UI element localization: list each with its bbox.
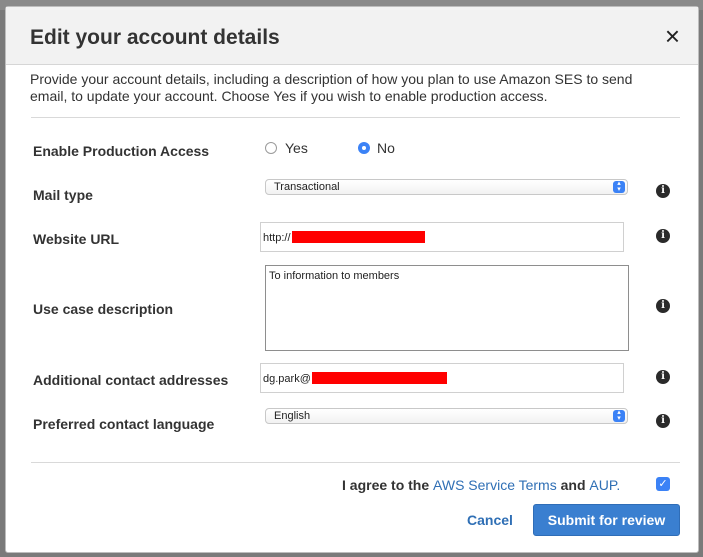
submit-for-review-button[interactable]: Submit for review [533, 504, 680, 536]
info-icon[interactable]: i [656, 370, 670, 384]
production-access-label: Enable Production Access [33, 143, 210, 159]
redacted-email [311, 372, 447, 384]
divider [31, 462, 680, 463]
chevron-updown-icon: ▴ ▾ [613, 180, 625, 193]
website-url-label: Website URL [33, 231, 120, 247]
radio-yes[interactable] [265, 142, 277, 154]
edit-account-dialog: Edit your account details × Provide your… [5, 6, 699, 553]
info-icon[interactable]: i [656, 414, 670, 428]
mail-type-value: Transactional [274, 181, 340, 193]
contact-language-select[interactable]: English ▴ ▾ [265, 408, 628, 424]
radio-no-label: No [377, 140, 395, 156]
contact-language-label: Preferred contact language [33, 416, 215, 432]
website-url-input[interactable]: http:// [260, 222, 624, 252]
aup-link[interactable]: AUP. [589, 477, 620, 493]
checkmark-icon: ✓ [658, 478, 668, 490]
dialog-title: Edit your account details [30, 26, 280, 49]
chevron-updown-icon: ▴ ▾ [613, 409, 625, 422]
divider [31, 117, 680, 118]
mail-type-select[interactable]: Transactional ▴ ▾ [265, 179, 628, 195]
use-case-textarea[interactable]: To information to members [265, 265, 629, 351]
agree-prefix: I agree to the [342, 477, 430, 493]
radio-no[interactable] [358, 142, 370, 154]
aws-service-terms-link[interactable]: AWS Service Terms [433, 477, 557, 493]
info-icon[interactable]: i [656, 229, 670, 243]
mail-type-label: Mail type [33, 187, 93, 203]
info-icon[interactable]: i [656, 184, 670, 198]
intro-text: Provide your account details, including … [30, 71, 633, 104]
close-icon[interactable]: × [665, 23, 680, 49]
agree-and: and [560, 477, 586, 493]
redacted-url [291, 231, 425, 243]
contact-addresses-label: Additional contact addresses [33, 372, 229, 388]
agreement-text: I agree to the AWS Service Terms and AUP… [342, 477, 620, 493]
radio-yes-label: Yes [285, 140, 308, 156]
use-case-label: Use case description [33, 301, 174, 317]
website-url-value: http:// [263, 232, 291, 244]
cancel-button[interactable]: Cancel [467, 512, 513, 528]
contact-language-value: English [274, 410, 311, 422]
contact-addresses-value: dg.park@ [263, 373, 311, 385]
contact-addresses-input[interactable]: dg.park@ [260, 363, 624, 393]
info-icon[interactable]: i [656, 299, 670, 313]
dialog-header: Edit your account details × [6, 7, 698, 65]
agree-checkbox[interactable]: ✓ [656, 477, 670, 491]
